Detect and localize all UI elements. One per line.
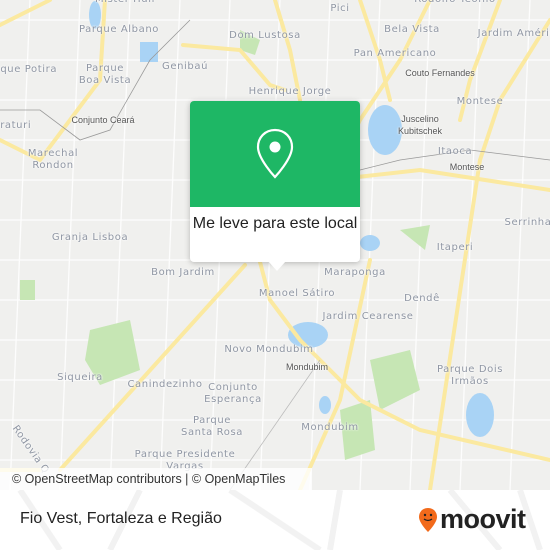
footer-title: Fio Vest, Fortaleza e Região xyxy=(20,510,222,527)
map-label: Henrique Jorge xyxy=(248,86,332,97)
map-label: Maraponga xyxy=(324,267,386,278)
map-label: Manoel Sátiro xyxy=(258,288,336,299)
map-label: Jardim Cearense xyxy=(322,311,414,322)
map-label: Serrinha xyxy=(504,217,550,228)
map-label: Couto Fernandes xyxy=(405,68,475,78)
map-label: Araturi xyxy=(0,120,32,131)
popup-tail xyxy=(268,261,286,271)
moovit-logo[interactable]: moovit xyxy=(418,504,526,535)
map-label: Montese xyxy=(449,162,485,172)
map-label: Jardim América xyxy=(477,28,550,39)
map-label: Rodolfo Teófilo xyxy=(414,0,496,6)
map-label: Novo Mondubim xyxy=(224,344,314,355)
popup-header xyxy=(190,101,360,207)
map-label: Parque Santa Rosa xyxy=(181,415,243,438)
map-label: Parque Albano xyxy=(78,24,160,35)
map-label: Itaoca xyxy=(437,146,473,157)
map-label: Parque Potira xyxy=(0,64,58,75)
map-label: Dom Lustosa xyxy=(229,30,301,41)
map-label: Itaperi xyxy=(436,242,474,253)
map-label: Siqueira xyxy=(57,372,103,383)
map-label: Mondubim xyxy=(301,422,359,433)
map-label: Parque Dois Irmãos xyxy=(436,364,504,387)
map-label: Granja Lisboa xyxy=(51,232,129,243)
popup-link[interactable]: Me leve para este local xyxy=(190,207,360,234)
map-label: Dendê xyxy=(404,293,440,304)
map-label: Marechal Rondon xyxy=(27,148,79,171)
map-label: Pan Americano xyxy=(353,48,437,59)
footer: Fio Vest, Fortaleza e Região moovit xyxy=(0,490,550,550)
destination-popup[interactable]: Me leve para este local xyxy=(190,101,360,262)
map-label: Bela Vista xyxy=(384,24,440,35)
logo-text: moovit xyxy=(440,504,526,534)
map-attribution[interactable]: © OpenStreetMap contributors | © OpenMap… xyxy=(0,468,312,490)
map-label: Parque Boa Vista xyxy=(78,63,132,86)
map-label: Mondubim xyxy=(285,362,329,372)
map-pin-icon xyxy=(256,128,294,179)
map-label: Juscelino Kubitschek xyxy=(397,114,443,136)
map-label: Montese xyxy=(456,96,504,107)
map-label: Bom Jardim xyxy=(151,267,215,278)
map-label: Mister Hull xyxy=(95,0,155,6)
map-label: Pici xyxy=(330,3,350,14)
map-label: Conjunto Ceará xyxy=(71,115,135,125)
moovit-pin-icon xyxy=(419,507,437,532)
map-label: Genibaú xyxy=(161,61,209,72)
map-label: Conjunto Esperança xyxy=(204,382,262,405)
map-label: Canindezinho xyxy=(127,379,203,390)
